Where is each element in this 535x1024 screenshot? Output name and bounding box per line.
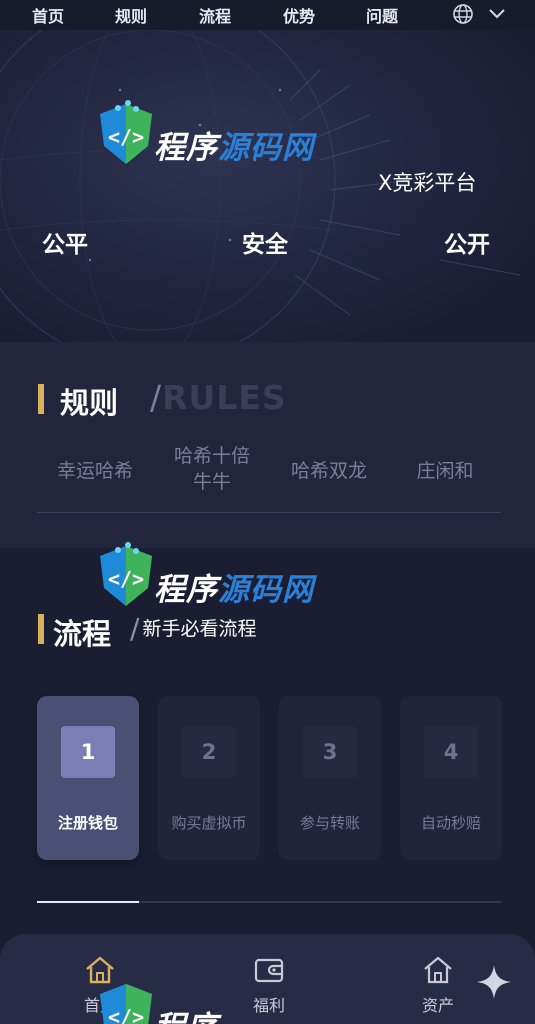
section-accent-bar [38, 384, 44, 414]
step-label: 参与转账 [299, 814, 360, 832]
nav-item-process[interactable]: 流程 [199, 3, 231, 27]
svg-text:</>: </> [108, 567, 144, 591]
nav-item-rules[interactable]: 规则 [115, 3, 147, 27]
value-fair: 公平 [42, 232, 88, 258]
watermark-logo: </> 程序 [96, 980, 326, 1024]
watermark-text-a: 程序 [154, 1010, 218, 1024]
svg-text:</>: </> [108, 1005, 144, 1024]
shield-code-icon: </> [100, 100, 152, 164]
rules-subtitle: /RULES [150, 378, 287, 417]
nav-item-faq[interactable]: 问题 [366, 3, 398, 27]
step-number: 1 [61, 726, 115, 778]
watermark-text: 程序源码网 [154, 564, 314, 609]
nav-item-home[interactable]: 首页 [32, 3, 64, 27]
rules-divider [37, 512, 501, 513]
watermark-text-a: 程序 [154, 130, 218, 166]
steps-progress-fill [37, 901, 140, 903]
step-card-4[interactable]: 4 自动秒赔 [400, 696, 502, 860]
step-number: 2 [182, 726, 236, 778]
top-nav: 首页 规则 流程 优势 问题 [0, 0, 535, 30]
sparkle-icon[interactable] [474, 962, 514, 1002]
watermark-text: 程序源码网 [154, 122, 314, 167]
rule-tab-banker-player[interactable]: 庄闲和 [408, 458, 482, 484]
watermark-logo: </> 程序源码网 [96, 100, 326, 190]
step-label: 购买虚拟币 [171, 814, 247, 832]
watermark-logo: </> 程序源码网 [96, 542, 326, 632]
globe-icon[interactable] [452, 3, 474, 25]
watermark-text-a: 程序 [154, 572, 218, 608]
bottom-nav-assets[interactable]: 资产 [398, 954, 478, 1016]
step-card-1[interactable]: 1 注册钱包 [37, 696, 139, 860]
step-number: 3 [303, 726, 357, 778]
rules-section: 规则 /RULES 幸运哈希 哈希十倍 牛牛 哈希双龙 庄闲和 [0, 342, 535, 548]
rules-title: 规则 [60, 386, 119, 420]
value-safe: 安全 [242, 232, 288, 258]
rules-subtitle-text: RULES [162, 378, 287, 417]
rule-tab-lucky-hash[interactable]: 幸运哈希 [50, 458, 140, 484]
platform-name: X竞彩平台 [378, 171, 477, 195]
shield-code-icon: </> [100, 984, 152, 1024]
home-icon [424, 956, 452, 984]
watermark-text: 程序 [154, 1002, 218, 1024]
bottom-nav-assets-label: 资产 [421, 996, 454, 1015]
svg-text:</>: </> [108, 125, 144, 149]
section-accent-bar [38, 614, 44, 644]
step-label: 自动秒赔 [420, 814, 481, 832]
rule-tab-hash-dragons[interactable]: 哈希双龙 [284, 458, 374, 484]
rule-tab-hash-niuniu[interactable]: 哈希十倍 牛牛 [166, 443, 258, 495]
step-label: 注册钱包 [57, 814, 118, 832]
chevron-down-icon[interactable] [487, 4, 507, 22]
step-number: 4 [424, 726, 478, 778]
value-open: 公开 [444, 232, 490, 258]
watermark-text-b: 源码网 [218, 130, 314, 166]
nav-item-advantages[interactable]: 优势 [283, 3, 315, 27]
step-card-2[interactable]: 2 购买虚拟币 [158, 696, 260, 860]
shield-code-icon: </> [100, 542, 152, 606]
watermark-text-b: 源码网 [218, 572, 314, 608]
steps-progress-track [37, 901, 501, 903]
step-card-3[interactable]: 3 参与转账 [279, 696, 381, 860]
